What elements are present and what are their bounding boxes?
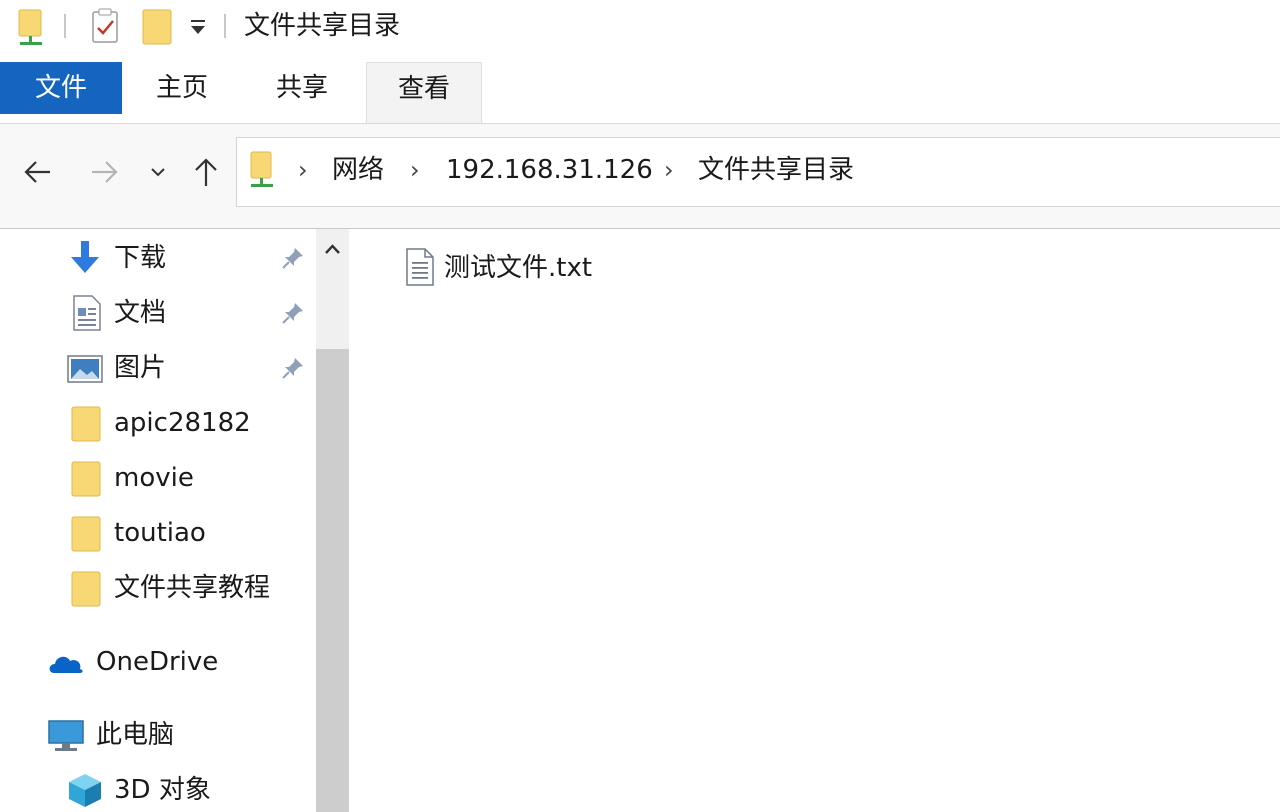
tab-home[interactable]: 主页 — [122, 62, 242, 114]
sidebar-item-documents[interactable]: 文档 — [0, 288, 316, 338]
sidebar-item-label: 文件共享教程 — [114, 573, 271, 603]
breadcrumb-network[interactable]: 网络 — [332, 150, 384, 190]
sidebar-item-downloads[interactable]: 下载 — [0, 233, 316, 283]
sidebar-item-label: 图片 — [114, 353, 167, 383]
folder-icon — [70, 404, 108, 442]
file-list-pane[interactable] — [349, 229, 1280, 812]
sidebar-item-label: 3D 对象 — [114, 775, 211, 805]
file-name: 测试文件.txt — [444, 253, 593, 283]
forward-arrow-icon[interactable] — [86, 148, 126, 196]
pin-icon[interactable] — [280, 245, 306, 271]
breadcrumb-host[interactable]: 192.168.31.126 — [446, 150, 653, 190]
pin-icon[interactable] — [280, 300, 306, 326]
sidebar-item-onedrive[interactable]: OneDrive — [0, 637, 316, 687]
computer-icon — [46, 716, 84, 754]
scroll-up-chevron-icon[interactable] — [316, 232, 349, 268]
sidebar-item-label: 此电脑 — [96, 720, 175, 750]
folder-icon — [70, 569, 108, 607]
up-arrow-icon[interactable] — [186, 148, 226, 196]
cloud-icon — [46, 643, 84, 681]
folder-icon — [70, 459, 108, 497]
properties-icon[interactable] — [88, 6, 122, 50]
picture-icon — [66, 349, 104, 387]
quick-access-divider — [64, 14, 66, 38]
network-location-icon — [248, 150, 276, 194]
cube-icon — [66, 771, 104, 809]
sidebar-scrollbar-thumb[interactable] — [316, 349, 349, 812]
network-folder-icon[interactable] — [14, 6, 48, 50]
pin-icon[interactable] — [280, 355, 306, 381]
breadcrumb-current-folder[interactable]: 文件共享目录 — [698, 150, 854, 190]
new-folder-icon[interactable] — [140, 6, 174, 52]
document-icon — [68, 294, 106, 332]
back-arrow-icon[interactable] — [18, 148, 58, 196]
sidebar-item-folder[interactable]: apic28182 — [0, 398, 316, 448]
tab-share[interactable]: 共享 — [242, 62, 362, 114]
sidebar-item-label: apic28182 — [114, 408, 251, 438]
recent-locations-chevron-icon[interactable] — [142, 148, 174, 196]
title-divider — [224, 14, 226, 38]
download-icon — [66, 239, 104, 277]
sidebar-item-label: 下载 — [114, 243, 167, 273]
tab-view[interactable]: 查看 — [366, 62, 482, 124]
sidebar-item-folder[interactable]: movie — [0, 453, 316, 503]
text-file-icon — [404, 246, 436, 292]
sidebar-item-folder[interactable]: 文件共享教程 — [0, 563, 316, 613]
tab-file[interactable]: 文件 — [0, 62, 122, 114]
breadcrumb-separator[interactable]: › — [410, 150, 420, 190]
sidebar-item-pictures[interactable]: 图片 — [0, 343, 316, 393]
sidebar-item-folder[interactable]: toutiao — [0, 508, 316, 558]
window-title: 文件共享目录 — [244, 11, 401, 41]
breadcrumb-separator[interactable]: › — [664, 150, 674, 190]
title-bar: 文件共享目录 — [0, 0, 1280, 58]
sidebar-item-label: OneDrive — [96, 647, 219, 677]
navigation-pane: 下载 文档 图片 apic28182 movie toutiao 文件共享教程 … — [0, 229, 316, 812]
sidebar-item-label: toutiao — [114, 518, 206, 548]
folder-icon — [70, 514, 108, 552]
customize-toolbar-chevron-icon[interactable] — [186, 12, 210, 46]
sidebar-item-this-pc[interactable]: 此电脑 — [0, 710, 316, 760]
sidebar-item-label: 文档 — [114, 298, 167, 328]
file-item[interactable]: 测试文件.txt — [400, 244, 620, 292]
sidebar-item-3d-objects[interactable]: 3D 对象 — [0, 765, 316, 812]
sidebar-item-label: movie — [114, 463, 194, 493]
breadcrumb-separator[interactable]: › — [298, 150, 308, 190]
